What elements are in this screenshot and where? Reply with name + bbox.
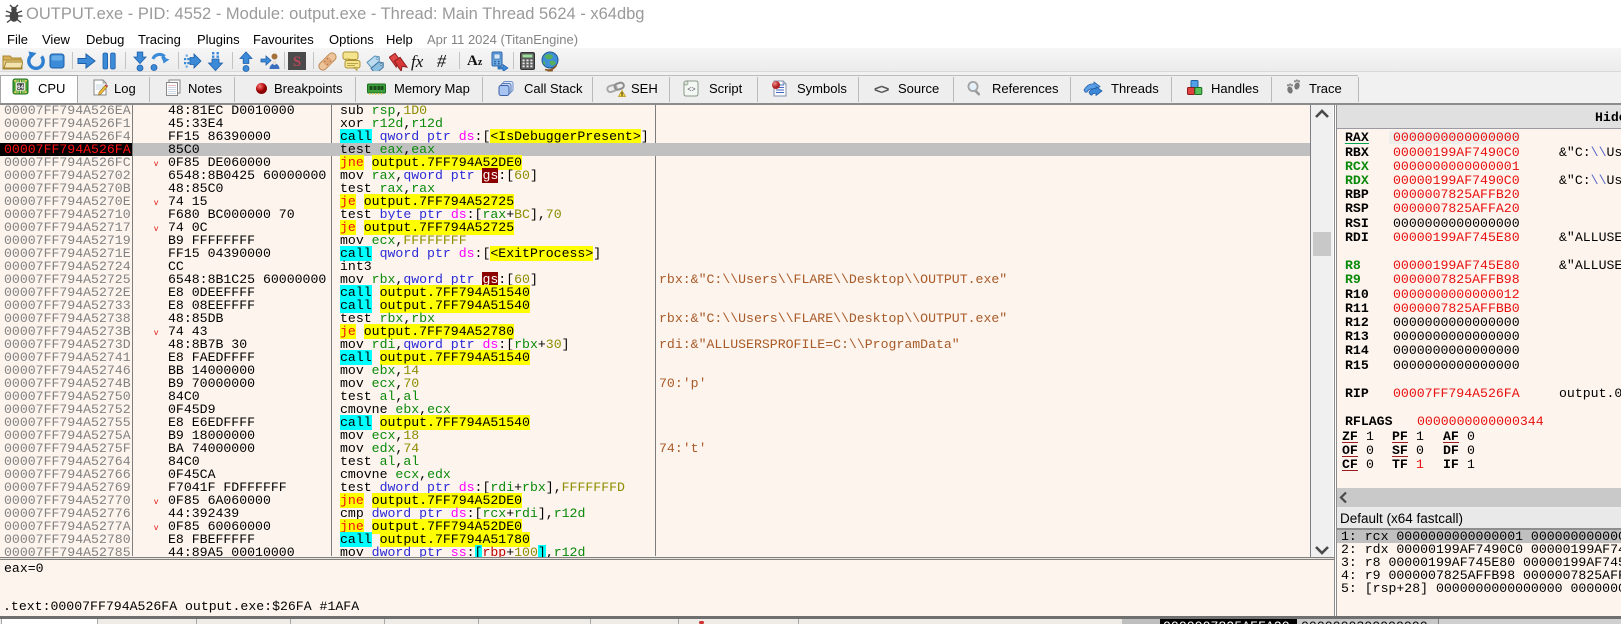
svg-text:<>: <>: [687, 87, 695, 94]
svg-text:S: S: [293, 54, 301, 70]
svg-text:64: 64: [17, 85, 24, 91]
